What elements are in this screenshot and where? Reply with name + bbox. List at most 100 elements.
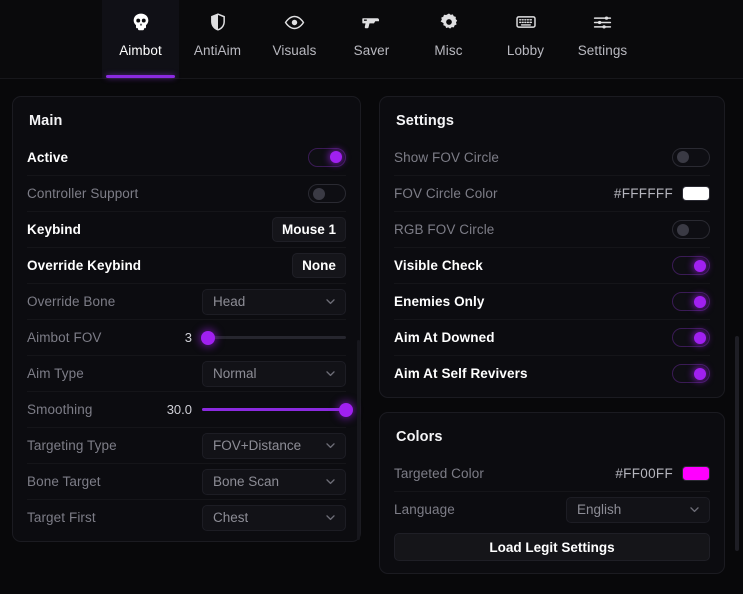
row-control xyxy=(672,292,710,311)
toggle-rgb-fov-circle[interactable] xyxy=(672,220,710,239)
color-swatch-targeted-color[interactable] xyxy=(682,466,710,481)
right-column: Settings Show FOV Circle FOV Circle Color… xyxy=(379,96,725,574)
row-control: Normal xyxy=(202,361,346,387)
row-label: Aim At Self Revivers xyxy=(394,366,528,381)
row-smoothing: Smoothing30.0 xyxy=(27,391,346,427)
page-scrollbar[interactable] xyxy=(735,96,739,584)
toggle-show-fov-circle[interactable] xyxy=(672,148,710,167)
row-label: FOV Circle Color xyxy=(394,186,498,201)
dropdown-language[interactable]: English xyxy=(566,497,710,523)
chevron-down-icon xyxy=(324,367,337,380)
toggle-knob xyxy=(694,296,706,308)
row-control: Chest xyxy=(202,505,346,531)
toggle-knob xyxy=(313,188,325,200)
row-control xyxy=(308,148,346,167)
main-tab-bar: Aimbot AntiAim Visuals Saver Misc Lobby Settin… xyxy=(0,0,743,79)
tab-settings[interactable]: Settings xyxy=(564,0,641,78)
eye-icon xyxy=(284,9,305,35)
row-target-first: Target First Chest xyxy=(27,499,346,535)
tab-lobby[interactable]: Lobby xyxy=(487,0,564,78)
panel-title-settings: Settings xyxy=(394,105,710,139)
tab-misc[interactable]: Misc xyxy=(410,0,487,78)
slider-smoothing[interactable] xyxy=(202,403,346,417)
row-aimbot-fov: Aimbot FOV3 xyxy=(27,319,346,355)
slider-fill xyxy=(202,408,346,411)
toggle-knob xyxy=(694,260,706,272)
dropdown-value: Head xyxy=(213,294,245,309)
tab-label: Lobby xyxy=(507,43,544,58)
tab-label: Saver xyxy=(354,43,390,58)
row-label: RGB FOV Circle xyxy=(394,222,494,237)
tab-visuals[interactable]: Visuals xyxy=(256,0,333,78)
row-control: Mouse 1 xyxy=(272,217,346,242)
toggle-knob xyxy=(677,224,689,236)
row-control: #FF00FF xyxy=(615,466,710,481)
pistol-icon xyxy=(361,9,382,35)
settings-panel: Settings Show FOV Circle FOV Circle Color… xyxy=(379,96,725,398)
dropdown-target-first[interactable]: Chest xyxy=(202,505,346,531)
chevron-down-icon xyxy=(324,439,337,452)
gear-icon xyxy=(439,9,459,35)
panels-container: Main ActiveController SupportKeybindMous… xyxy=(0,79,743,574)
keybind-button-keybind[interactable]: Mouse 1 xyxy=(272,217,346,242)
main-panel: Main ActiveController SupportKeybindMous… xyxy=(12,96,361,542)
skull-icon xyxy=(131,9,151,35)
keyboard-icon xyxy=(515,9,537,35)
tab-aimbot[interactable]: Aimbot xyxy=(102,0,179,78)
tab-saver[interactable]: Saver xyxy=(333,0,410,78)
row-label: Override Bone xyxy=(27,294,115,309)
dropdown-override-bone[interactable]: Head xyxy=(202,289,346,315)
row-show-fov-circle: Show FOV Circle xyxy=(394,139,710,175)
row-override-keybind: Override Keybind None xyxy=(27,247,346,283)
shield-icon xyxy=(208,9,228,35)
keybind-button-override-keybind[interactable]: None xyxy=(292,253,346,278)
dropdown-value: FOV+Distance xyxy=(213,438,301,453)
row-aim-at-self-revivers: Aim At Self Revivers xyxy=(394,355,710,391)
tab-label: AntiAim xyxy=(194,43,241,58)
active-tab-indicator xyxy=(106,75,175,78)
toggle-knob xyxy=(677,151,689,163)
tab-label: Misc xyxy=(434,43,462,58)
dropdown-bone-target[interactable]: Bone Scan xyxy=(202,469,346,495)
panel-title-colors: Colors xyxy=(394,421,710,455)
slider-thumb[interactable] xyxy=(339,403,353,417)
row-visible-check: Visible Check xyxy=(394,247,710,283)
toggle-aim-at-self-revivers[interactable] xyxy=(672,364,710,383)
load-legit-settings-button[interactable]: Load Legit Settings xyxy=(394,533,710,561)
row-control xyxy=(672,328,710,347)
main-rows: Active Controller Support Keybind Mouse 1 Ov… xyxy=(27,139,346,535)
toggle-enemies-only[interactable] xyxy=(672,292,710,311)
left-panel-scrollbar-thumb[interactable] xyxy=(357,340,360,540)
slider-thumb[interactable] xyxy=(201,331,215,345)
row-label: Keybind xyxy=(27,222,81,237)
dropdown-aim-type[interactable]: Normal xyxy=(202,361,346,387)
cheat-menu-window: Aimbot AntiAim Visuals Saver Misc Lobby Settin… xyxy=(0,0,743,594)
tab-antiaim[interactable]: AntiAim xyxy=(179,0,256,78)
dropdown-targeting-type[interactable]: FOV+Distance xyxy=(202,433,346,459)
chevron-down-icon xyxy=(324,475,337,488)
row-control: 3 xyxy=(158,330,346,345)
row-bone-target: Bone TargetBone Scan xyxy=(27,463,346,499)
row-controller-support: Controller Support xyxy=(27,175,346,211)
toggle-knob xyxy=(694,332,706,344)
toggle-active[interactable] xyxy=(308,148,346,167)
row-active: Active xyxy=(27,139,346,175)
row-label: Active xyxy=(27,150,68,165)
slider-value: 3 xyxy=(158,330,192,345)
page-scrollbar-thumb[interactable] xyxy=(735,336,739,551)
row-rgb-fov-circle: RGB FOV Circle xyxy=(394,211,710,247)
row-control xyxy=(672,256,710,275)
row-targeting-type: Targeting TypeFOV+Distance xyxy=(27,427,346,463)
row-label: Target First xyxy=(27,510,96,525)
toggle-visible-check[interactable] xyxy=(672,256,710,275)
dropdown-value: Chest xyxy=(213,510,248,525)
row-label: Language xyxy=(394,502,455,517)
row-control: English xyxy=(566,497,710,523)
color-hex-value: #FF00FF xyxy=(615,466,673,481)
toggle-controller-support[interactable] xyxy=(308,184,346,203)
slider-aimbot-fov[interactable] xyxy=(202,331,346,345)
color-swatch-fov-circle-color[interactable] xyxy=(682,186,710,201)
row-label: Override Keybind xyxy=(27,258,141,273)
toggle-aim-at-downed[interactable] xyxy=(672,328,710,347)
color-hex-value: #FFFFFF xyxy=(614,186,673,201)
